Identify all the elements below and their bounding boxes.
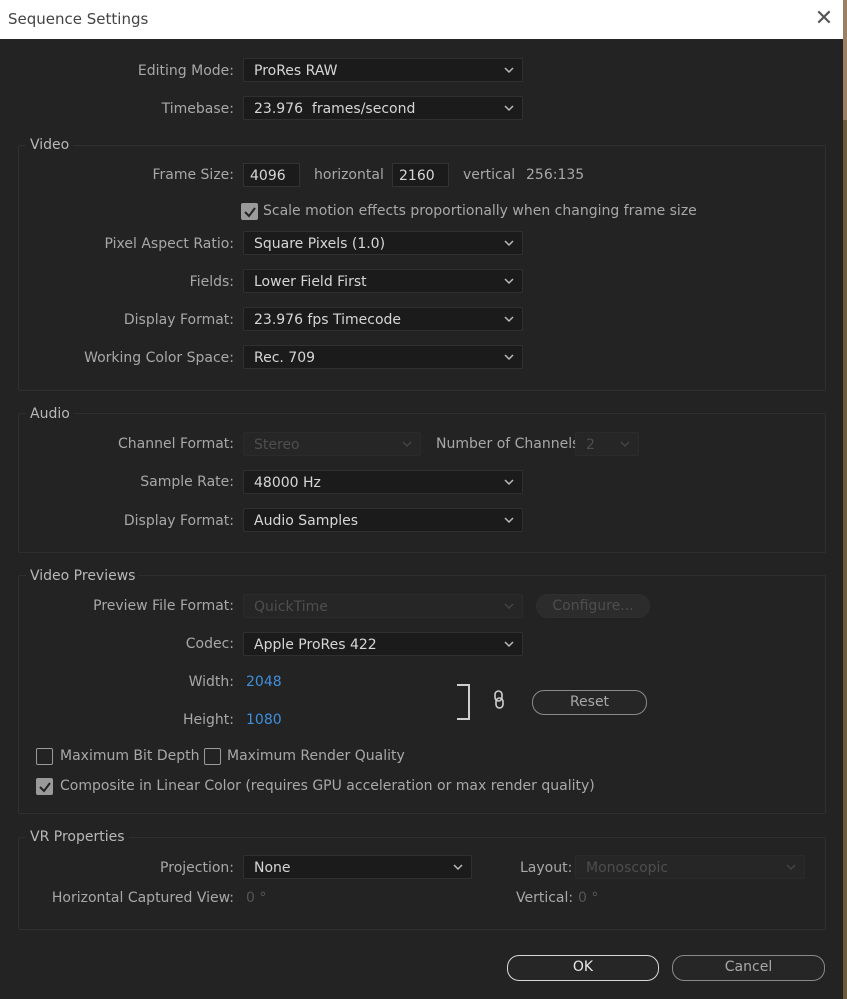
channel-format-dropdown: Stereo bbox=[243, 432, 421, 456]
height-value[interactable]: 1080 bbox=[246, 712, 282, 728]
color-space-label: Working Color Space: bbox=[84, 350, 234, 366]
preview-file-format-dropdown: QuickTime bbox=[243, 594, 523, 618]
ok-button[interactable]: OK bbox=[507, 955, 659, 981]
frame-width-field[interactable]: 4096 bbox=[243, 163, 300, 187]
vertical-view-value: 0 ° bbox=[578, 890, 599, 906]
max-bit-depth-checkbox[interactable] bbox=[36, 748, 53, 765]
channel-format-value: Stereo bbox=[254, 437, 300, 453]
linear-color-label: Composite in Linear Color (requires GPU … bbox=[60, 778, 595, 794]
video-section-title: Video bbox=[26, 137, 74, 153]
chevron-down-icon bbox=[504, 595, 514, 619]
height-label: Height: bbox=[183, 712, 234, 728]
projection-dropdown[interactable]: None bbox=[243, 855, 472, 879]
color-space-dropdown[interactable]: Rec. 709 bbox=[243, 345, 523, 369]
codec-dropdown[interactable]: Apple ProRes 422 bbox=[243, 632, 523, 656]
editing-mode-value: ProRes RAW bbox=[254, 63, 338, 79]
background-strip bbox=[843, 0, 847, 999]
horizontal-label: horizontal bbox=[314, 167, 384, 183]
vertical-view-label: Vertical: bbox=[516, 890, 574, 906]
sample-rate-value: 48000 Hz bbox=[254, 475, 321, 491]
h-captured-view-value: 0 ° bbox=[246, 890, 267, 906]
pixel-aspect-dropdown[interactable]: Square Pixels (1.0) bbox=[243, 231, 523, 255]
width-value[interactable]: 2048 bbox=[246, 674, 282, 690]
title-bar: Sequence Settings ✕ bbox=[0, 0, 843, 39]
max-render-quality-checkbox[interactable] bbox=[204, 748, 221, 765]
chevron-down-icon bbox=[504, 509, 514, 533]
checkmark-icon bbox=[244, 207, 256, 218]
sample-rate-dropdown[interactable]: 48000 Hz bbox=[243, 470, 523, 494]
preview-file-format-label: Preview File Format: bbox=[93, 598, 234, 614]
video-previews-section-title: Video Previews bbox=[26, 568, 140, 584]
projection-label: Projection: bbox=[160, 860, 234, 876]
pixel-aspect-value: Square Pixels (1.0) bbox=[254, 236, 386, 252]
timebase-value: 23.976 frames/second bbox=[254, 101, 416, 117]
max-render-quality-label: Maximum Render Quality bbox=[227, 748, 405, 764]
background-strip-top bbox=[843, 0, 847, 120]
chevron-down-icon bbox=[504, 97, 514, 121]
vr-properties-group bbox=[18, 837, 826, 930]
reset-button[interactable]: Reset bbox=[532, 690, 647, 715]
color-space-value: Rec. 709 bbox=[254, 350, 316, 366]
chevron-down-icon bbox=[786, 856, 796, 880]
aspect-ratio-readout: 256:135 bbox=[526, 167, 585, 183]
pixel-aspect-label: Pixel Aspect Ratio: bbox=[104, 236, 235, 252]
codec-value: Apple ProRes 422 bbox=[254, 637, 377, 653]
chevron-down-icon bbox=[504, 471, 514, 495]
linear-color-checkbox[interactable] bbox=[36, 778, 53, 795]
codec-label: Codec: bbox=[185, 636, 234, 652]
channel-format-label: Channel Format: bbox=[118, 436, 234, 452]
chevron-down-icon bbox=[504, 633, 514, 657]
video-display-format-dropdown[interactable]: 23.976 fps Timecode bbox=[243, 307, 523, 331]
chevron-down-icon bbox=[402, 433, 412, 457]
cancel-button[interactable]: Cancel bbox=[672, 955, 825, 981]
chevron-down-icon bbox=[453, 856, 463, 880]
link-icon[interactable] bbox=[492, 689, 506, 711]
video-display-format-label: Display Format: bbox=[123, 312, 234, 328]
h-captured-view-label: Horizontal Captured View: bbox=[51, 890, 234, 906]
chevron-down-icon bbox=[504, 232, 514, 256]
layout-value: Monoscopic bbox=[586, 860, 669, 876]
window-title: Sequence Settings bbox=[8, 10, 149, 28]
audio-display-format-label: Display Format: bbox=[123, 513, 234, 529]
vr-section-title: VR Properties bbox=[26, 829, 129, 845]
audio-display-format-dropdown[interactable]: Audio Samples bbox=[243, 508, 523, 532]
configure-button: Configure... bbox=[536, 594, 650, 618]
scale-motion-checkbox[interactable] bbox=[241, 203, 258, 220]
audio-display-format-value: Audio Samples bbox=[254, 513, 359, 529]
projection-value: None bbox=[254, 860, 291, 876]
editing-mode-label: Editing Mode: bbox=[137, 63, 234, 79]
video-display-format-value: 23.976 fps Timecode bbox=[254, 312, 402, 328]
timebase-label: Timebase: bbox=[161, 101, 234, 117]
audio-section-title: Audio bbox=[26, 406, 74, 422]
fields-label: Fields: bbox=[189, 274, 234, 290]
max-bit-depth-label: Maximum Bit Depth bbox=[60, 748, 200, 764]
chevron-down-icon bbox=[504, 270, 514, 294]
link-bracket bbox=[457, 684, 470, 720]
preview-file-format-value: QuickTime bbox=[254, 599, 328, 615]
frame-size-label: Frame Size: bbox=[152, 167, 234, 183]
editing-mode-dropdown[interactable]: ProRes RAW bbox=[243, 58, 523, 82]
vertical-label: vertical bbox=[463, 167, 516, 183]
sample-rate-label: Sample Rate: bbox=[140, 474, 234, 490]
chevron-down-icon bbox=[504, 308, 514, 332]
timebase-dropdown[interactable]: 23.976 frames/second bbox=[243, 96, 523, 120]
fields-value: Lower Field First bbox=[254, 274, 367, 290]
width-label: Width: bbox=[188, 674, 234, 690]
frame-height-field[interactable]: 2160 bbox=[392, 163, 449, 187]
chevron-down-icon bbox=[504, 346, 514, 370]
chevron-down-icon bbox=[504, 59, 514, 83]
scale-motion-label: Scale motion effects proportionally when… bbox=[263, 203, 697, 219]
num-channels-value: 2 bbox=[586, 437, 595, 453]
checkmark-icon bbox=[39, 782, 51, 793]
close-icon[interactable]: ✕ bbox=[812, 4, 836, 34]
fields-dropdown[interactable]: Lower Field First bbox=[243, 269, 523, 293]
layout-dropdown: Monoscopic bbox=[575, 855, 805, 879]
num-channels-label: Number of Channels: bbox=[436, 436, 585, 452]
chevron-down-icon bbox=[620, 433, 630, 457]
layout-label: Layout: bbox=[520, 860, 573, 876]
num-channels-dropdown: 2 bbox=[575, 432, 639, 456]
